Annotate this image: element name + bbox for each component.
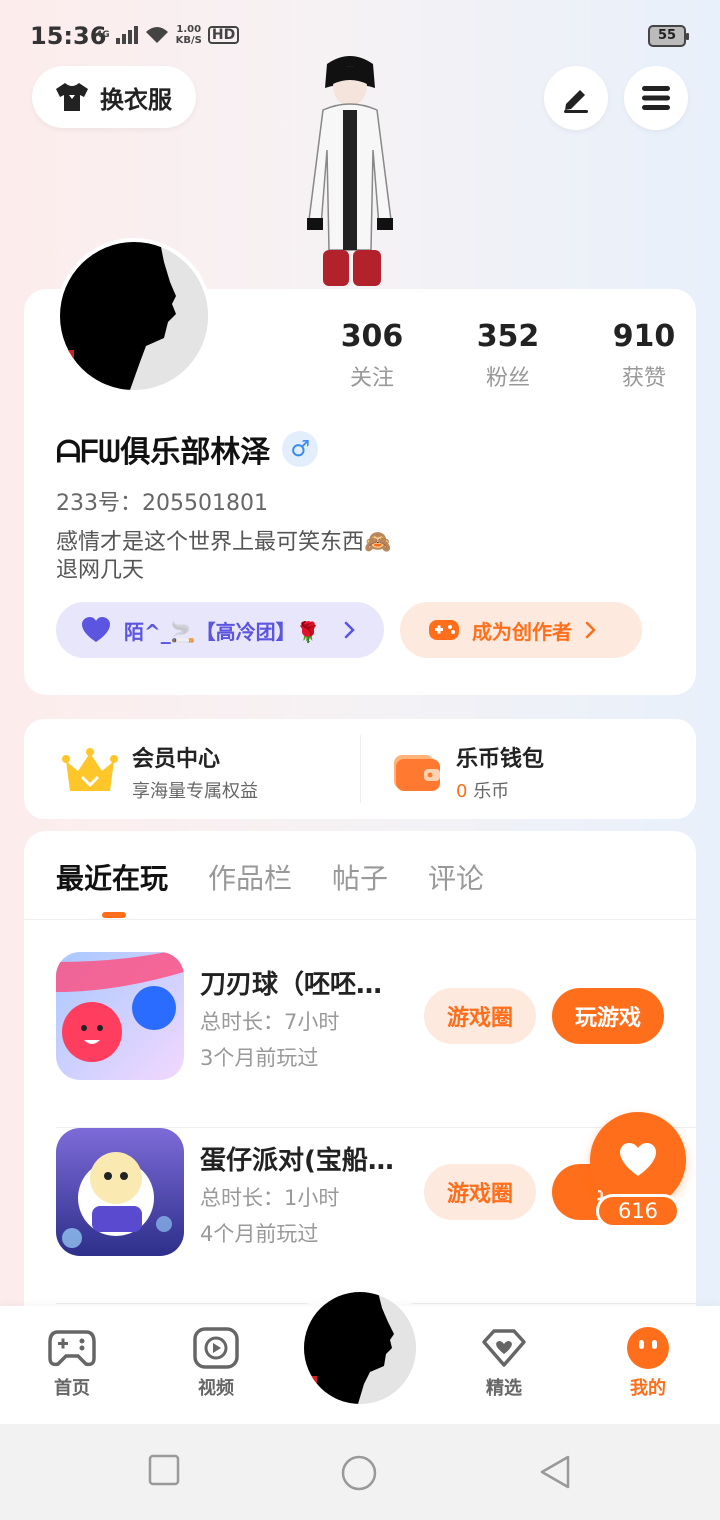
home-button[interactable] [340, 1454, 378, 1496]
nav-featured-label: 精选 [486, 1378, 522, 1399]
gamepad-icon [429, 620, 459, 640]
user-id: 233号：205501801 [56, 491, 268, 516]
content-card: 最近在玩 作品栏 帖子 评论 刀刃球（呸呸… 总时长：7小时 3个月前玩过 游戏… [24, 831, 696, 1351]
tab-comments[interactable]: 评论 [428, 857, 484, 897]
nav-home-label: 首页 [54, 1378, 90, 1399]
member-center-entry[interactable]: 会员中心 享海量专属权益 [62, 741, 258, 803]
profile-stats: 306 关注 352 粉丝 910 获赞 [304, 319, 712, 392]
status-icons: 4G 1.00 KB/S HD [96, 24, 240, 46]
stat-followers-label: 粉丝 [485, 366, 530, 391]
recent-apps-button[interactable] [148, 1454, 180, 1490]
wallet-icon [394, 755, 440, 791]
nav-me-label: 我的 [630, 1378, 666, 1399]
group-pill[interactable]: 陌^_🚬【高冷团】🌹 [56, 602, 384, 658]
member-center-subtitle: 享海量专属权益 [132, 781, 258, 802]
stat-following[interactable]: 306 关注 [304, 319, 440, 392]
purple-heart-icon [82, 617, 110, 642]
game-row[interactable]: 刀刃球（呸呸… 总时长：7小时 3个月前玩过 游戏圈 玩游戏 [56, 952, 696, 1128]
menu-button[interactable] [624, 66, 688, 130]
stat-following-label: 关注 [349, 366, 394, 391]
chevron-right-icon [585, 621, 596, 639]
game-circle-button[interactable]: 游戏圈 [424, 988, 536, 1044]
edit-profile-button[interactable] [544, 66, 608, 130]
chevron-right-icon [344, 621, 355, 639]
nav-home[interactable]: 首页 [22, 1326, 122, 1400]
back-button[interactable] [538, 1454, 572, 1494]
game-circle-button[interactable]: 游戏圈 [424, 1164, 536, 1220]
like-count: 616 [596, 1194, 680, 1228]
status-time: 15:36 [30, 22, 107, 50]
hd-badge: HD [207, 26, 240, 44]
bio: 感情才是这个世界上最可笑东西🙈 退网几天 [56, 529, 391, 585]
nav-center-avatar[interactable] [304, 1292, 416, 1404]
stat-likes-value: 910 [612, 319, 676, 354]
menu-icon [642, 86, 670, 110]
heart-diamond-icon [482, 1329, 526, 1367]
bio-line-2: 退网几天 [56, 558, 145, 583]
heart-icon [620, 1143, 656, 1176]
bio-line-1: 感情才是这个世界上最可笑东西🙈 [56, 530, 392, 555]
group-pill-label: 陌^_🚬【高冷团】🌹 [124, 619, 321, 644]
wallet-amount: 0 [456, 781, 468, 802]
member-center-title: 会员中心 [132, 747, 221, 772]
network-type: 4G [96, 30, 110, 40]
system-nav-bar [0, 1424, 720, 1520]
circle-icon [341, 1455, 377, 1491]
divider [360, 735, 361, 803]
back-triangle-icon [540, 1455, 570, 1489]
stat-followers[interactable]: 352 粉丝 [440, 319, 576, 392]
game-last-played: 3个月前玩过 [200, 1046, 319, 1070]
stat-likes-label: 获赞 [621, 366, 666, 391]
tab-works[interactable]: 作品栏 [208, 857, 292, 897]
username: ᗩᖴᗯ俱乐部林泽 [56, 435, 271, 470]
tab-posts[interactable]: 帖子 [332, 857, 388, 897]
avatar-character[interactable] [295, 50, 405, 290]
profile-face-icon [627, 1327, 669, 1369]
game-name: 刀刃球（呸呸… [200, 970, 383, 1000]
profile-tabs: 最近在玩 作品栏 帖子 评论 [56, 857, 484, 897]
wallet-unit: 乐币 [473, 781, 510, 802]
wallet-entry[interactable]: 乐币钱包 0 乐币 [392, 741, 544, 803]
battery-icon: 55 [648, 25, 689, 47]
tab-recently-played[interactable]: 最近在玩 [56, 857, 168, 897]
nav-me[interactable]: 我的 [598, 1326, 698, 1400]
nav-video[interactable]: 视频 [166, 1326, 266, 1400]
stat-likes[interactable]: 910 获赞 [576, 319, 712, 392]
game-total-time: 总时长：7小时 [200, 1010, 340, 1034]
become-creator-pill[interactable]: 成为创作者 [400, 602, 642, 658]
crown-icon [62, 748, 118, 791]
game-last-played: 4个月前玩过 [200, 1222, 319, 1246]
change-outfit-label: 换衣服 [100, 85, 172, 114]
video-icon [193, 1327, 239, 1369]
game-icon-blade-ball [56, 952, 184, 1080]
wallet-title: 乐币钱包 [456, 747, 545, 772]
nav-video-label: 视频 [198, 1378, 234, 1399]
game-total-time: 总时长：1小时 [200, 1186, 340, 1210]
change-outfit-button[interactable]: 换衣服 [32, 66, 196, 128]
member-wallet-card: 会员中心 享海量专属权益 乐币钱包 0 乐币 [24, 719, 696, 819]
profile-avatar[interactable] [56, 238, 212, 394]
become-creator-label: 成为创作者 [472, 619, 572, 644]
gamepad-icon [48, 1330, 96, 1367]
signal-icon [115, 26, 138, 44]
stat-following-value: 306 [340, 319, 404, 354]
square-icon [148, 1454, 180, 1486]
wallet-balance: 0 乐币 [456, 777, 544, 803]
tab-indicator [102, 912, 126, 918]
wifi-icon [144, 25, 170, 45]
stat-followers-value: 352 [476, 319, 540, 354]
game-icon-eggy-party [56, 1128, 184, 1256]
nav-featured[interactable]: 精选 [454, 1326, 554, 1400]
network-speed: 1.00 KB/S [175, 24, 202, 46]
tshirt-icon [56, 83, 88, 111]
pen-icon [564, 90, 588, 113]
male-gender-icon: ♂ [282, 431, 319, 467]
play-game-button[interactable]: 玩游戏 [552, 988, 664, 1044]
game-name: 蛋仔派对(宝船… [200, 1146, 394, 1176]
divider [24, 919, 696, 920]
username-row: ᗩᖴᗯ俱乐部林泽 ♂ [56, 427, 319, 471]
